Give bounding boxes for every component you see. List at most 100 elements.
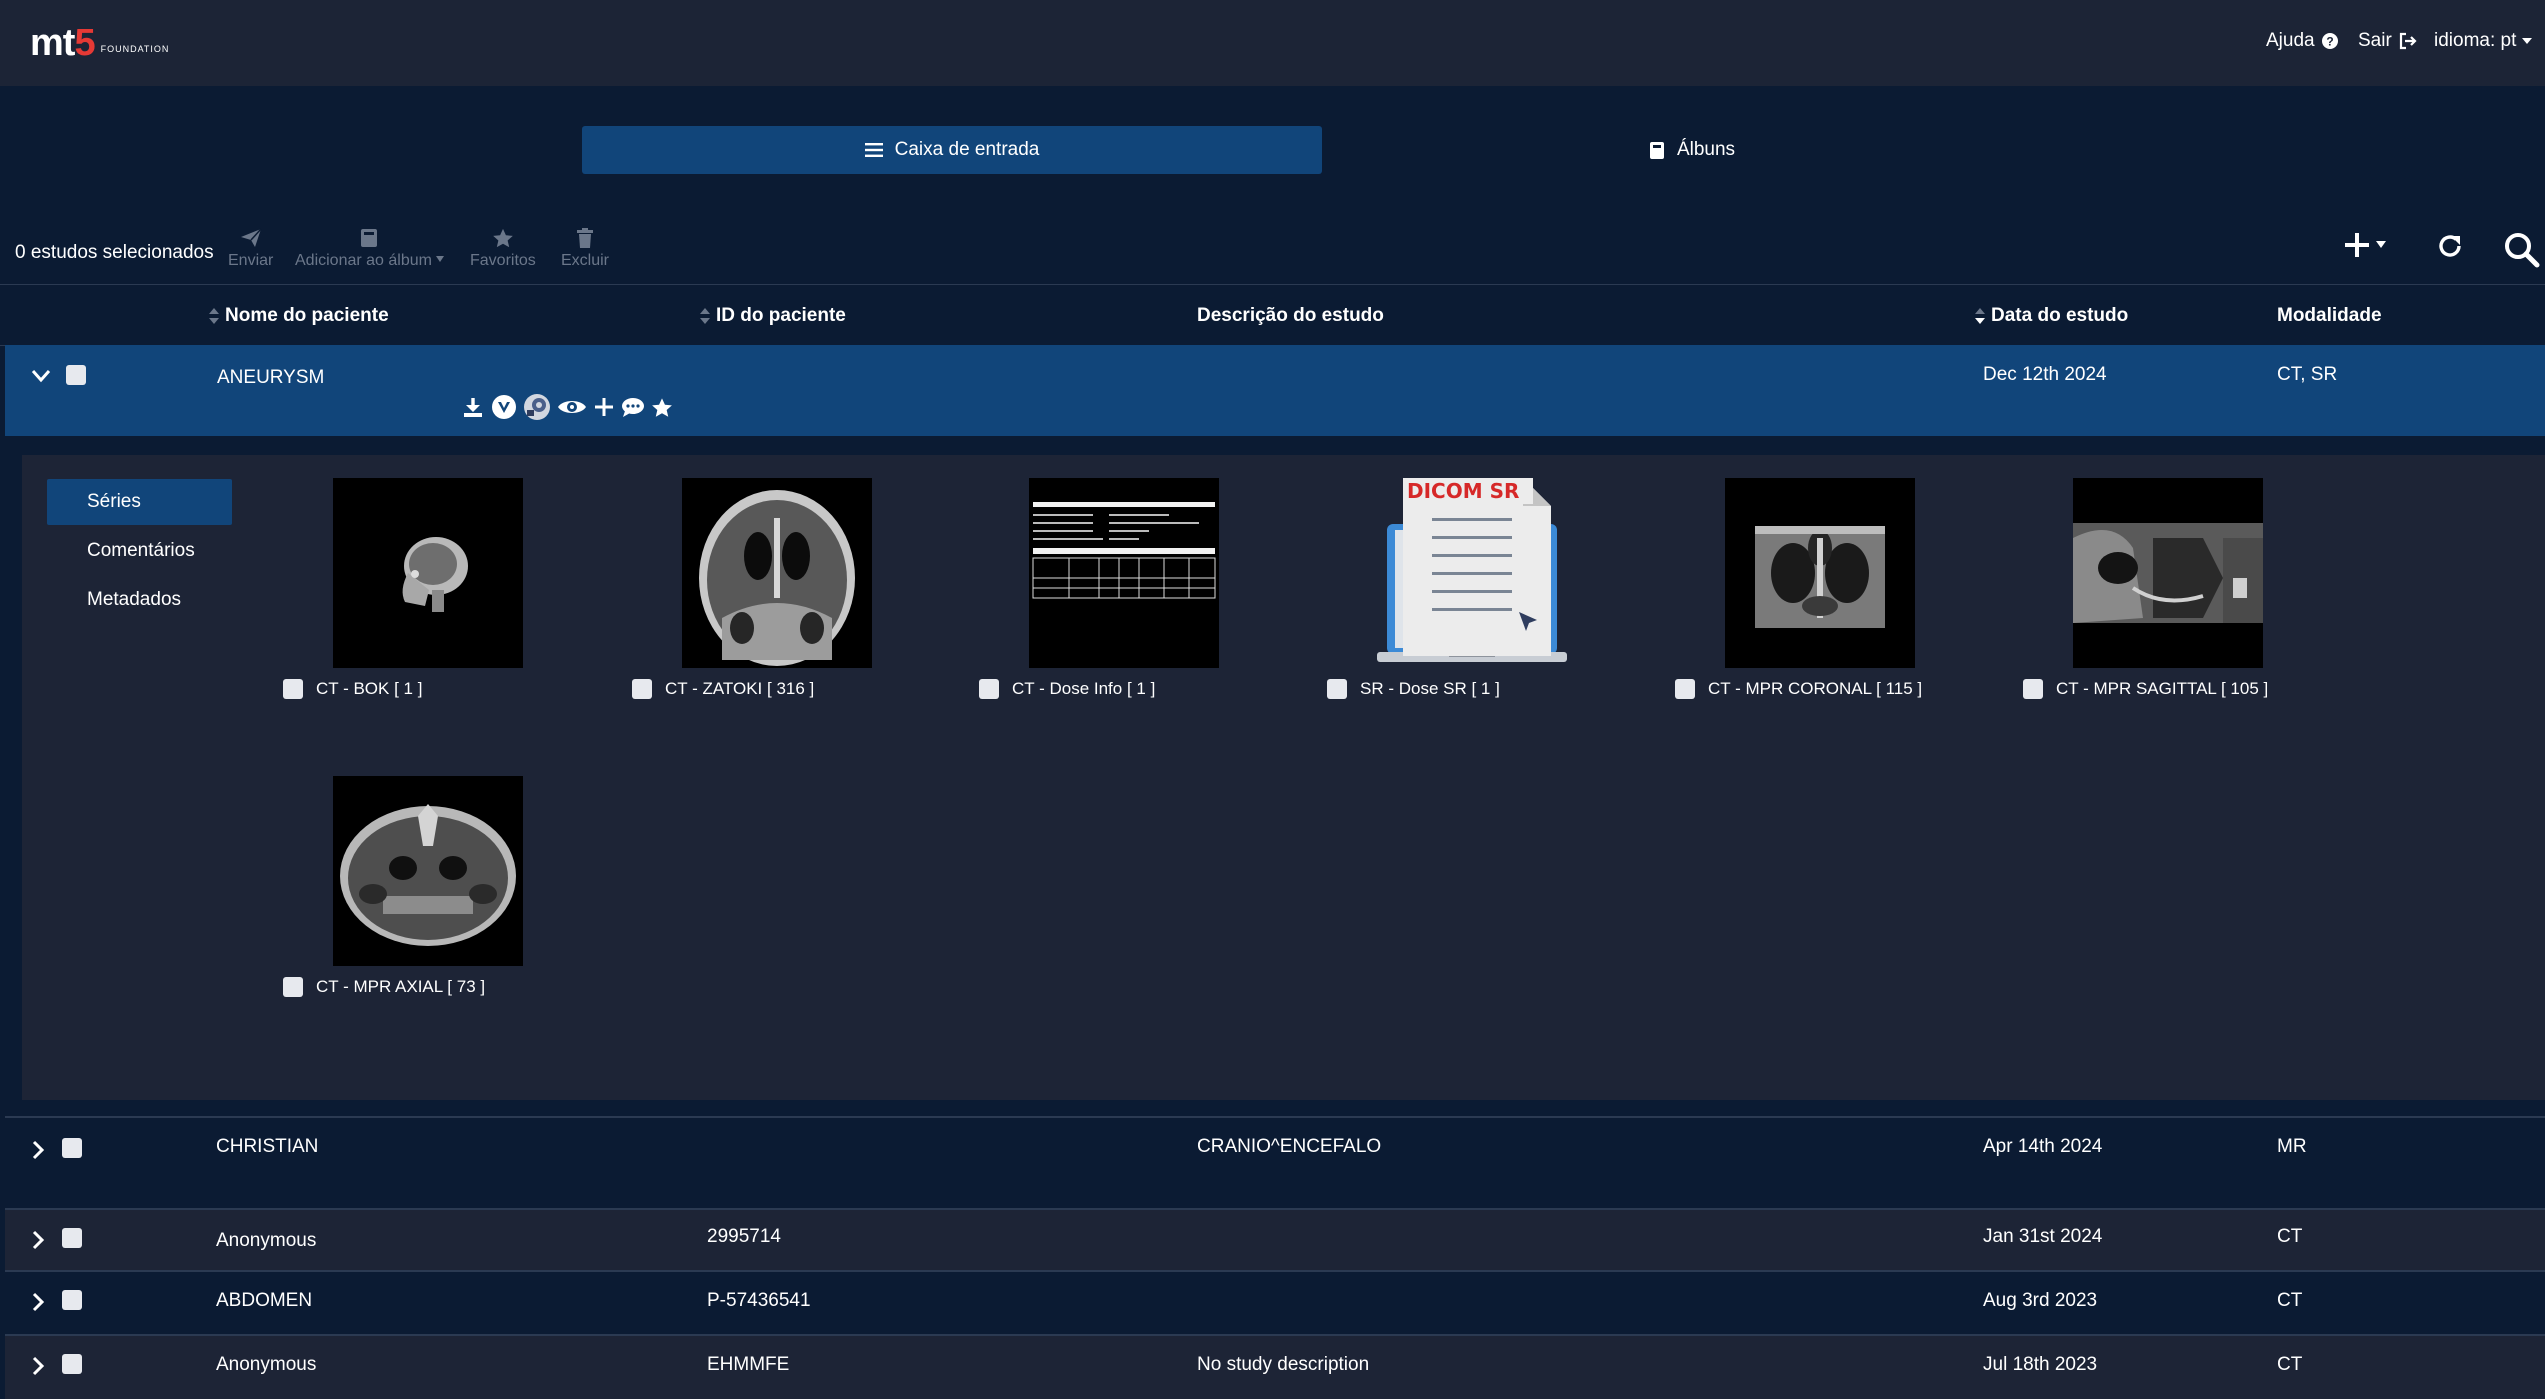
sagittal-head-image [2073,478,2263,668]
column-study-date[interactable]: Data do estudo [1975,305,2128,327]
study-date: Jan 31st 2024 [1983,1226,2103,1247]
send-button[interactable]: Enviar [228,228,273,270]
question-circle-icon: ? [2321,33,2338,49]
modality: MR [2277,1136,2307,1157]
modality: CT [2277,1226,2303,1247]
tab-albums[interactable]: Álbuns [1322,126,2062,174]
search-icon [2505,233,2540,268]
language-label: idioma: pt [2434,30,2517,51]
eye-icon[interactable] [557,396,587,418]
language-dropdown[interactable]: idioma: pt [2434,30,2533,52]
chevron-down-icon[interactable] [31,369,51,383]
series-item-mpr-axial: CT - MPR AXIAL [ 73 ] [283,977,485,997]
row-checkbox[interactable] [62,1228,82,1248]
series-label: CT - ZATOKI [ 316 ] [665,679,815,698]
logout-label: Sair [2358,30,2392,51]
book-icon [1649,141,1664,159]
menu-metadata[interactable]: Metadados [47,577,232,623]
series-checkbox[interactable] [2023,679,2043,699]
viewer-v-icon[interactable] [491,394,517,420]
search-button[interactable] [2504,232,2540,268]
column-modality[interactable]: Modalidade [2277,305,2382,327]
column-study-description[interactable]: Descrição do estudo [1197,305,1384,327]
row-checkbox[interactable] [62,1138,82,1158]
series-checkbox[interactable] [632,679,652,699]
delete-label: Excluir [561,252,610,269]
download-icon[interactable] [461,395,485,419]
chevron-right-icon[interactable] [31,1230,45,1250]
add-to-album-button[interactable]: Adicionar ao álbum [295,228,444,270]
series-item-zatoki: CT - ZATOKI [ 316 ] [632,679,814,699]
series-item-mpr-sagittal: CT - MPR SAGITTAL [ 105 ] [2023,679,2268,699]
column-patient-id[interactable]: ID do paciente [700,305,846,327]
table-row[interactable]: ABDOMEN P-57436541 Aug 3rd 2023 CT [5,1272,2545,1334]
series-label: CT - BOK [ 1 ] [316,679,423,698]
menu-comments[interactable]: Comentários [47,528,232,574]
help-link[interactable]: Ajuda ? [2266,30,2339,52]
refresh-icon [2439,235,2461,257]
refresh-button[interactable] [2436,232,2464,260]
skull-scout-image [333,478,523,668]
series-thumbnail-zatoki[interactable] [682,478,872,668]
patient-name: ANEURYSM [217,367,325,388]
chevron-right-icon[interactable] [31,1292,45,1312]
series-thumbnail-mpr-sagittal[interactable] [2073,478,2263,668]
table-row[interactable]: Anonymous 2995714 Jan 31st 2024 CT [5,1210,2545,1270]
row-checkbox[interactable] [66,365,86,385]
svg-text:?: ? [2326,35,2333,49]
series-checkbox[interactable] [283,977,303,997]
chevron-right-icon[interactable] [31,1140,45,1160]
series-thumbnail-bok[interactable] [333,478,523,668]
sort-desc-icon [1975,308,1985,324]
table-row-expanded[interactable]: ANEURYSM Dec 12th 2024 CT, SR [5,345,2545,436]
modality: CT, SR [2277,364,2338,385]
logout-link[interactable]: Sair [2358,30,2418,52]
series-thumbnail-dose-sr[interactable]: DICOM SR [1377,478,1567,668]
menu-comments-label: Comentários [87,540,195,561]
series-checkbox[interactable] [979,679,999,699]
patient-id: P-57436541 [707,1290,811,1311]
table-row[interactable]: CHRISTIAN CRANIO^ENCEFALO Apr 14th 2024 … [5,1118,2545,1208]
series-thumbnail-mpr-axial[interactable] [333,776,523,966]
menu-series[interactable]: Séries [47,479,232,525]
patient-id: EHMMFE [707,1354,790,1375]
top-navbar: mt5 FOUNDATION Ajuda ? Sair idioma: pt [0,0,2545,86]
axial-skull-base-image [333,776,523,966]
patient-name: ABDOMEN [216,1290,313,1311]
sort-icon [209,308,219,324]
coronal-sinus-image [1725,478,1915,668]
patient-id: 2995714 [707,1226,781,1247]
row-checkbox[interactable] [62,1354,82,1374]
row-checkbox[interactable] [62,1290,82,1310]
delete-button[interactable]: Excluir [561,228,609,270]
series-label: SR - Dose SR [ 1 ] [1360,679,1500,698]
table-row[interactable]: Anonymous EHMMFE No study description Ju… [5,1336,2545,1399]
mt5-logo[interactable]: mt5 FOUNDATION [30,24,169,62]
add-dropdown-button[interactable] [2344,232,2386,258]
tab-inbox[interactable]: Caixa de entrada [582,126,1322,174]
study-date: Dec 12th 2024 [1983,364,2107,385]
series-label: CT - MPR CORONAL [ 115 ] [1708,679,1923,698]
ohif-viewer-icon[interactable] [523,393,551,421]
add-to-album-label-wrap: Adicionar ao álbum [295,252,444,270]
patient-name: Anonymous [216,1230,317,1251]
star-icon[interactable] [651,397,673,418]
column-patient-id-label: ID do paciente [716,305,846,326]
table-header: Nome do paciente ID do paciente Descriçã… [0,284,2545,346]
plus-icon[interactable] [593,396,615,418]
series-checkbox[interactable] [1675,679,1695,699]
study-description: No study description [1197,1354,1370,1375]
series-thumbnail-mpr-coronal[interactable] [1725,478,1915,668]
series-checkbox[interactable] [283,679,303,699]
column-patient-name[interactable]: Nome do paciente [209,305,389,327]
patient-name: Anonymous [216,1354,317,1375]
series-checkbox[interactable] [1327,679,1347,699]
favorites-button[interactable]: Favoritos [470,228,536,270]
caret-down-icon [2522,38,2533,44]
paper-plane-icon [240,228,262,247]
study-date: Jul 18th 2023 [1983,1354,2098,1375]
series-thumbnail-dose-info[interactable] [1029,478,1219,668]
comment-icon[interactable] [621,396,645,418]
column-modality-label: Modalidade [2277,305,2382,326]
chevron-right-icon[interactable] [31,1356,45,1376]
